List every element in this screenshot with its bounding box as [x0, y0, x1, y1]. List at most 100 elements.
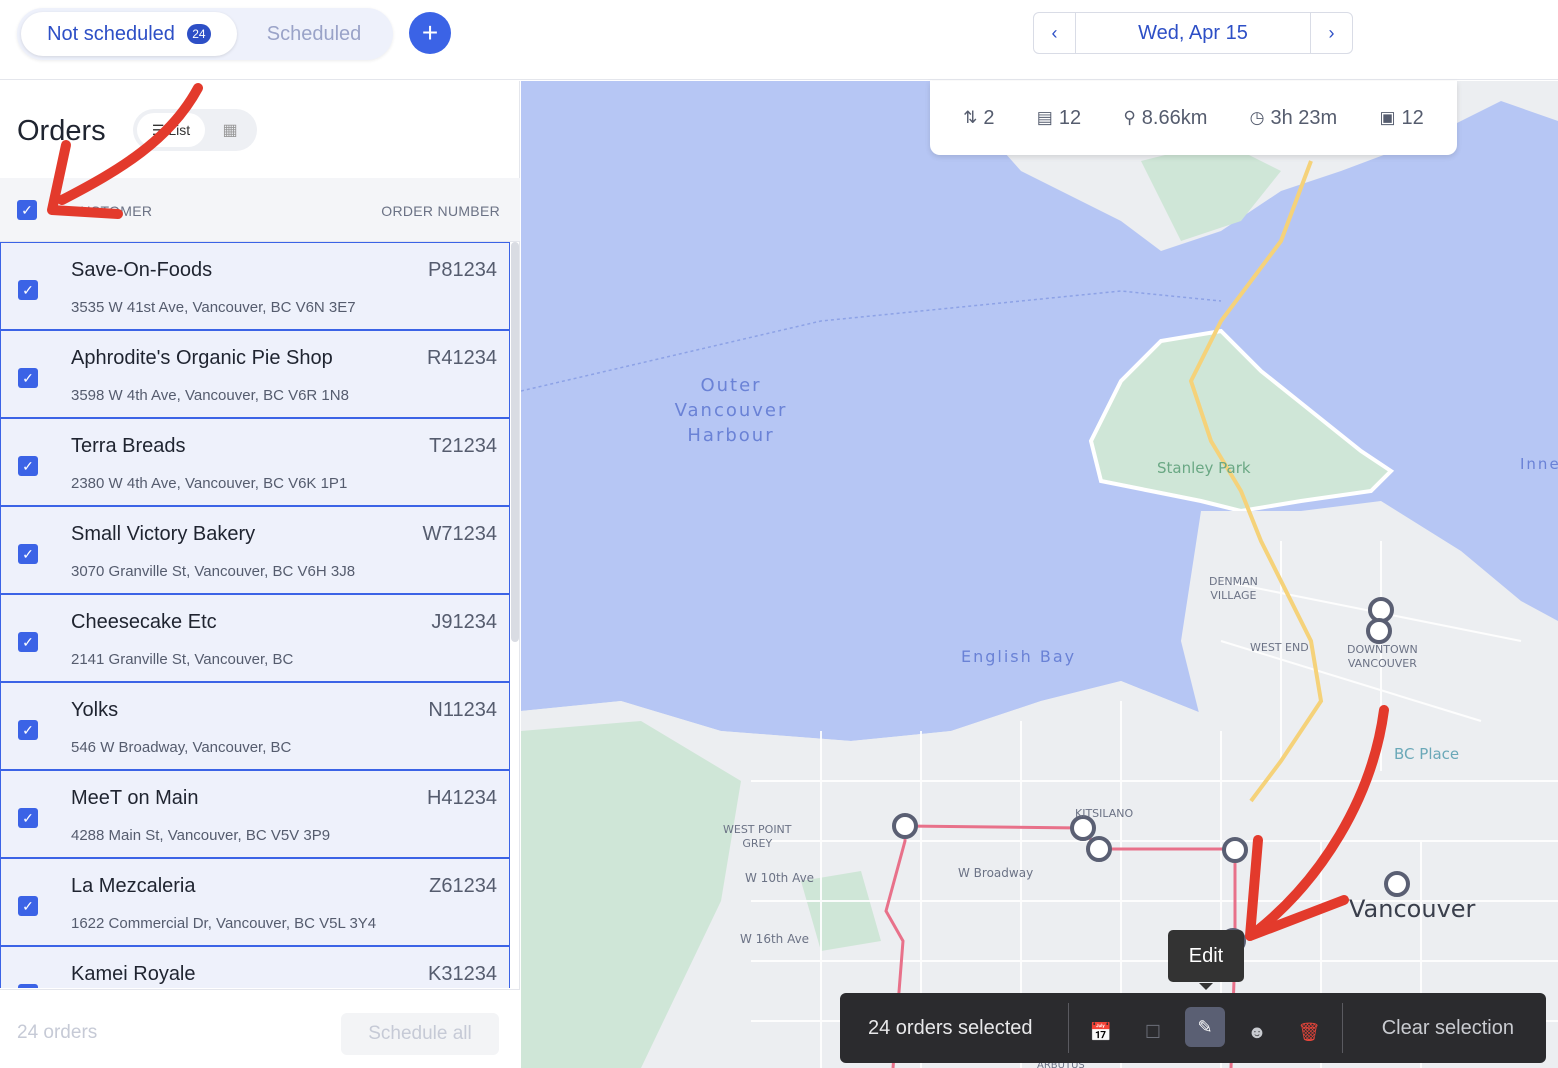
- view-toggle: ☰ List ▦: [133, 109, 257, 151]
- orders-panel: Orders ☰ List ▦ ✓ CUSTOMER ORDER NUMBER …: [0, 81, 520, 1068]
- order-customer-name: Terra Breads: [71, 435, 186, 457]
- edit-button[interactable]: ✎: [1185, 1007, 1225, 1047]
- schedule-all-button[interactable]: Schedule all: [341, 1013, 499, 1055]
- order-checkbox[interactable]: ✓: [18, 896, 38, 916]
- order-checkbox[interactable]: ✓: [18, 456, 38, 476]
- order-address: 3598 W 4th Ave, Vancouver, BC V6R 1N8: [71, 387, 349, 404]
- order-address: 546 W Broadway, Vancouver, BC: [71, 739, 292, 756]
- box-icon: ▤: [1036, 108, 1053, 127]
- order-checkbox[interactable]: ✓: [18, 544, 38, 564]
- order-customer-name: Yolks: [71, 699, 119, 721]
- calendar-icon: 📅: [1089, 1021, 1113, 1042]
- map-label-west-point-grey: WEST POINT GREY: [723, 823, 792, 851]
- order-row[interactable]: ✓ Kamei Royale K31234: [0, 946, 510, 988]
- check-icon: ✓: [22, 545, 34, 562]
- order-number: N11234: [428, 699, 497, 721]
- check-icon: ✓: [22, 809, 34, 826]
- pencil-icon: ✎: [1197, 1016, 1213, 1037]
- divider: [1342, 1003, 1343, 1053]
- check-icon: ✓: [22, 369, 34, 386]
- map-label-west-point-grey-line1: WEST POINT: [723, 823, 792, 836]
- map-label-outer-harbour-line1: Outer: [700, 375, 762, 396]
- table-header: ✓ CUSTOMER ORDER NUMBER: [0, 178, 520, 242]
- clock-icon: ◷: [1249, 108, 1265, 127]
- stat-duration-value: 3h 23m: [1270, 106, 1338, 129]
- map-label-outer-harbour-line3: Harbour: [687, 425, 775, 446]
- bulk-action-bar: 24 orders selected 📅 ☐ ✎ ☻ 🗑 Clear selec…: [840, 993, 1546, 1063]
- delete-button[interactable]: 🗑: [1289, 1012, 1329, 1052]
- schedule-filter-toggle: Not scheduled 24 Scheduled: [17, 8, 393, 60]
- stop-marker: [1086, 836, 1112, 862]
- next-day-button[interactable]: ›: [1310, 13, 1352, 53]
- order-number: H41234: [426, 787, 497, 809]
- unschedule-button[interactable]: ☐: [1133, 1012, 1173, 1052]
- package-icon: ▣: [1379, 108, 1396, 127]
- current-date[interactable]: Wed, Apr 15: [1076, 13, 1310, 53]
- map-label-inner-harbour: Inne: [1520, 455, 1558, 473]
- top-bar: Not scheduled 24 Scheduled + ‹ Wed, Apr …: [0, 0, 1558, 80]
- route-icon: ⇅: [963, 108, 978, 127]
- table-view-button[interactable]: ▦: [219, 119, 241, 141]
- schedule-button[interactable]: 📅: [1081, 1012, 1121, 1052]
- orders-scrollbar[interactable]: [511, 242, 519, 642]
- check-icon: ✓: [21, 201, 33, 218]
- check-icon: ✓: [22, 457, 34, 474]
- previous-day-button[interactable]: ‹: [1034, 13, 1076, 53]
- order-address: 2141 Granville St, Vancouver, BC: [71, 651, 294, 668]
- stat-stops: ▤ 12: [1037, 107, 1081, 130]
- map-label-denman-line1: DENMAN: [1209, 575, 1258, 588]
- stat-orders: ▣ 12: [1379, 107, 1423, 130]
- route-stats-bar: ⇅ 2 ▤ 12 ⚲ 8.66km ◷ 3h 23m ▣ 12: [930, 81, 1457, 155]
- stat-stops-value: 12: [1058, 106, 1082, 129]
- order-number: J91234: [431, 611, 497, 633]
- order-customer-name: Aphrodite's Organic Pie Shop: [71, 347, 333, 369]
- stop-marker: [892, 813, 918, 839]
- chevron-left-icon: ‹: [1051, 22, 1058, 43]
- map-label-kitsilano: KITSILANO: [1075, 807, 1134, 820]
- panel-title: Orders: [17, 115, 106, 147]
- list-view-button[interactable]: ☰ List: [137, 113, 205, 147]
- trash-icon: 🗑: [1297, 1021, 1321, 1042]
- map-label-outer-harbour-line2: Vancouver: [674, 400, 788, 421]
- order-row[interactable]: ✓ Cheesecake Etc J91234 2141 Granville St, …: [0, 594, 510, 682]
- not-scheduled-count-badge: 24: [186, 24, 211, 44]
- order-row[interactable]: ✓ Small Victory Bakery W71234 3070 Granvill…: [0, 506, 510, 594]
- orders-list: ✓ Save-On-Foods P81234 3535 W 41st Ave, Van…: [0, 242, 520, 988]
- clear-selection-button[interactable]: Clear selection: [1382, 1017, 1514, 1040]
- order-number: K31234: [428, 963, 497, 985]
- order-address: 1622 Commercial Dr, Vancouver, BC V5L 3Y…: [71, 915, 377, 932]
- order-row[interactable]: ✓ Aphrodite's Organic Pie Shop R41234 3598 …: [0, 330, 510, 418]
- route-map[interactable]: Outer Vancouver Harbour Stanley Park Eng…: [521, 81, 1558, 1068]
- order-checkbox[interactable]: ✓: [18, 280, 38, 300]
- selected-count: 24 orders selected: [868, 1017, 1033, 1039]
- order-checkbox[interactable]: ✓: [18, 808, 38, 828]
- order-row[interactable]: ✓ Yolks N11234 546 W Broadway, Vancouver, B…: [0, 682, 510, 770]
- check-icon: ✓: [22, 897, 34, 914]
- chevron-right-icon: ›: [1328, 22, 1335, 43]
- order-address: 2380 W 4th Ave, Vancouver, BC V6K 1P1: [71, 475, 348, 492]
- column-header-customer: CUSTOMER: [70, 203, 153, 219]
- stat-routes-value: 2: [983, 106, 995, 129]
- map-label-denman: DENMAN VILLAGE: [1209, 575, 1258, 603]
- tab-not-scheduled[interactable]: Not scheduled 24: [21, 12, 237, 56]
- map-label-outer-harbour: Outer Vancouver Harbour: [671, 373, 791, 448]
- assign-driver-button[interactable]: ☻: [1237, 1012, 1277, 1052]
- order-address: 3535 W 41st Ave, Vancouver, BC V6N 3E7: [71, 299, 356, 316]
- order-row[interactable]: ✓ La Mezcaleria Z61234 1622 Commercial Dr, …: [0, 858, 510, 946]
- check-icon: ✓: [22, 633, 34, 650]
- order-row[interactable]: ✓ Save-On-Foods P81234 3535 W 41st Ave, Van…: [0, 242, 510, 330]
- order-checkbox[interactable]: ✓: [18, 720, 38, 740]
- order-checkbox[interactable]: ✓: [18, 632, 38, 652]
- map-label-vancouver: Vancouver: [1349, 895, 1476, 923]
- order-checkbox[interactable]: ✓: [18, 984, 38, 988]
- add-order-button[interactable]: +: [409, 12, 451, 54]
- column-header-order-number: ORDER NUMBER: [381, 203, 500, 219]
- stat-orders-value: 12: [1401, 106, 1424, 129]
- select-all-checkbox[interactable]: ✓: [17, 200, 37, 220]
- order-row[interactable]: ✓ Terra Breads T21234 2380 W 4th Ave, Vanco…: [0, 418, 510, 506]
- tab-scheduled[interactable]: Scheduled: [239, 12, 389, 56]
- list-icon: ☰: [151, 121, 165, 138]
- order-row[interactable]: ✓ MeeT on Main H41234 4288 Main St, Vancouv…: [0, 770, 510, 858]
- order-checkbox[interactable]: ✓: [18, 368, 38, 388]
- list-view-label: List: [168, 122, 191, 138]
